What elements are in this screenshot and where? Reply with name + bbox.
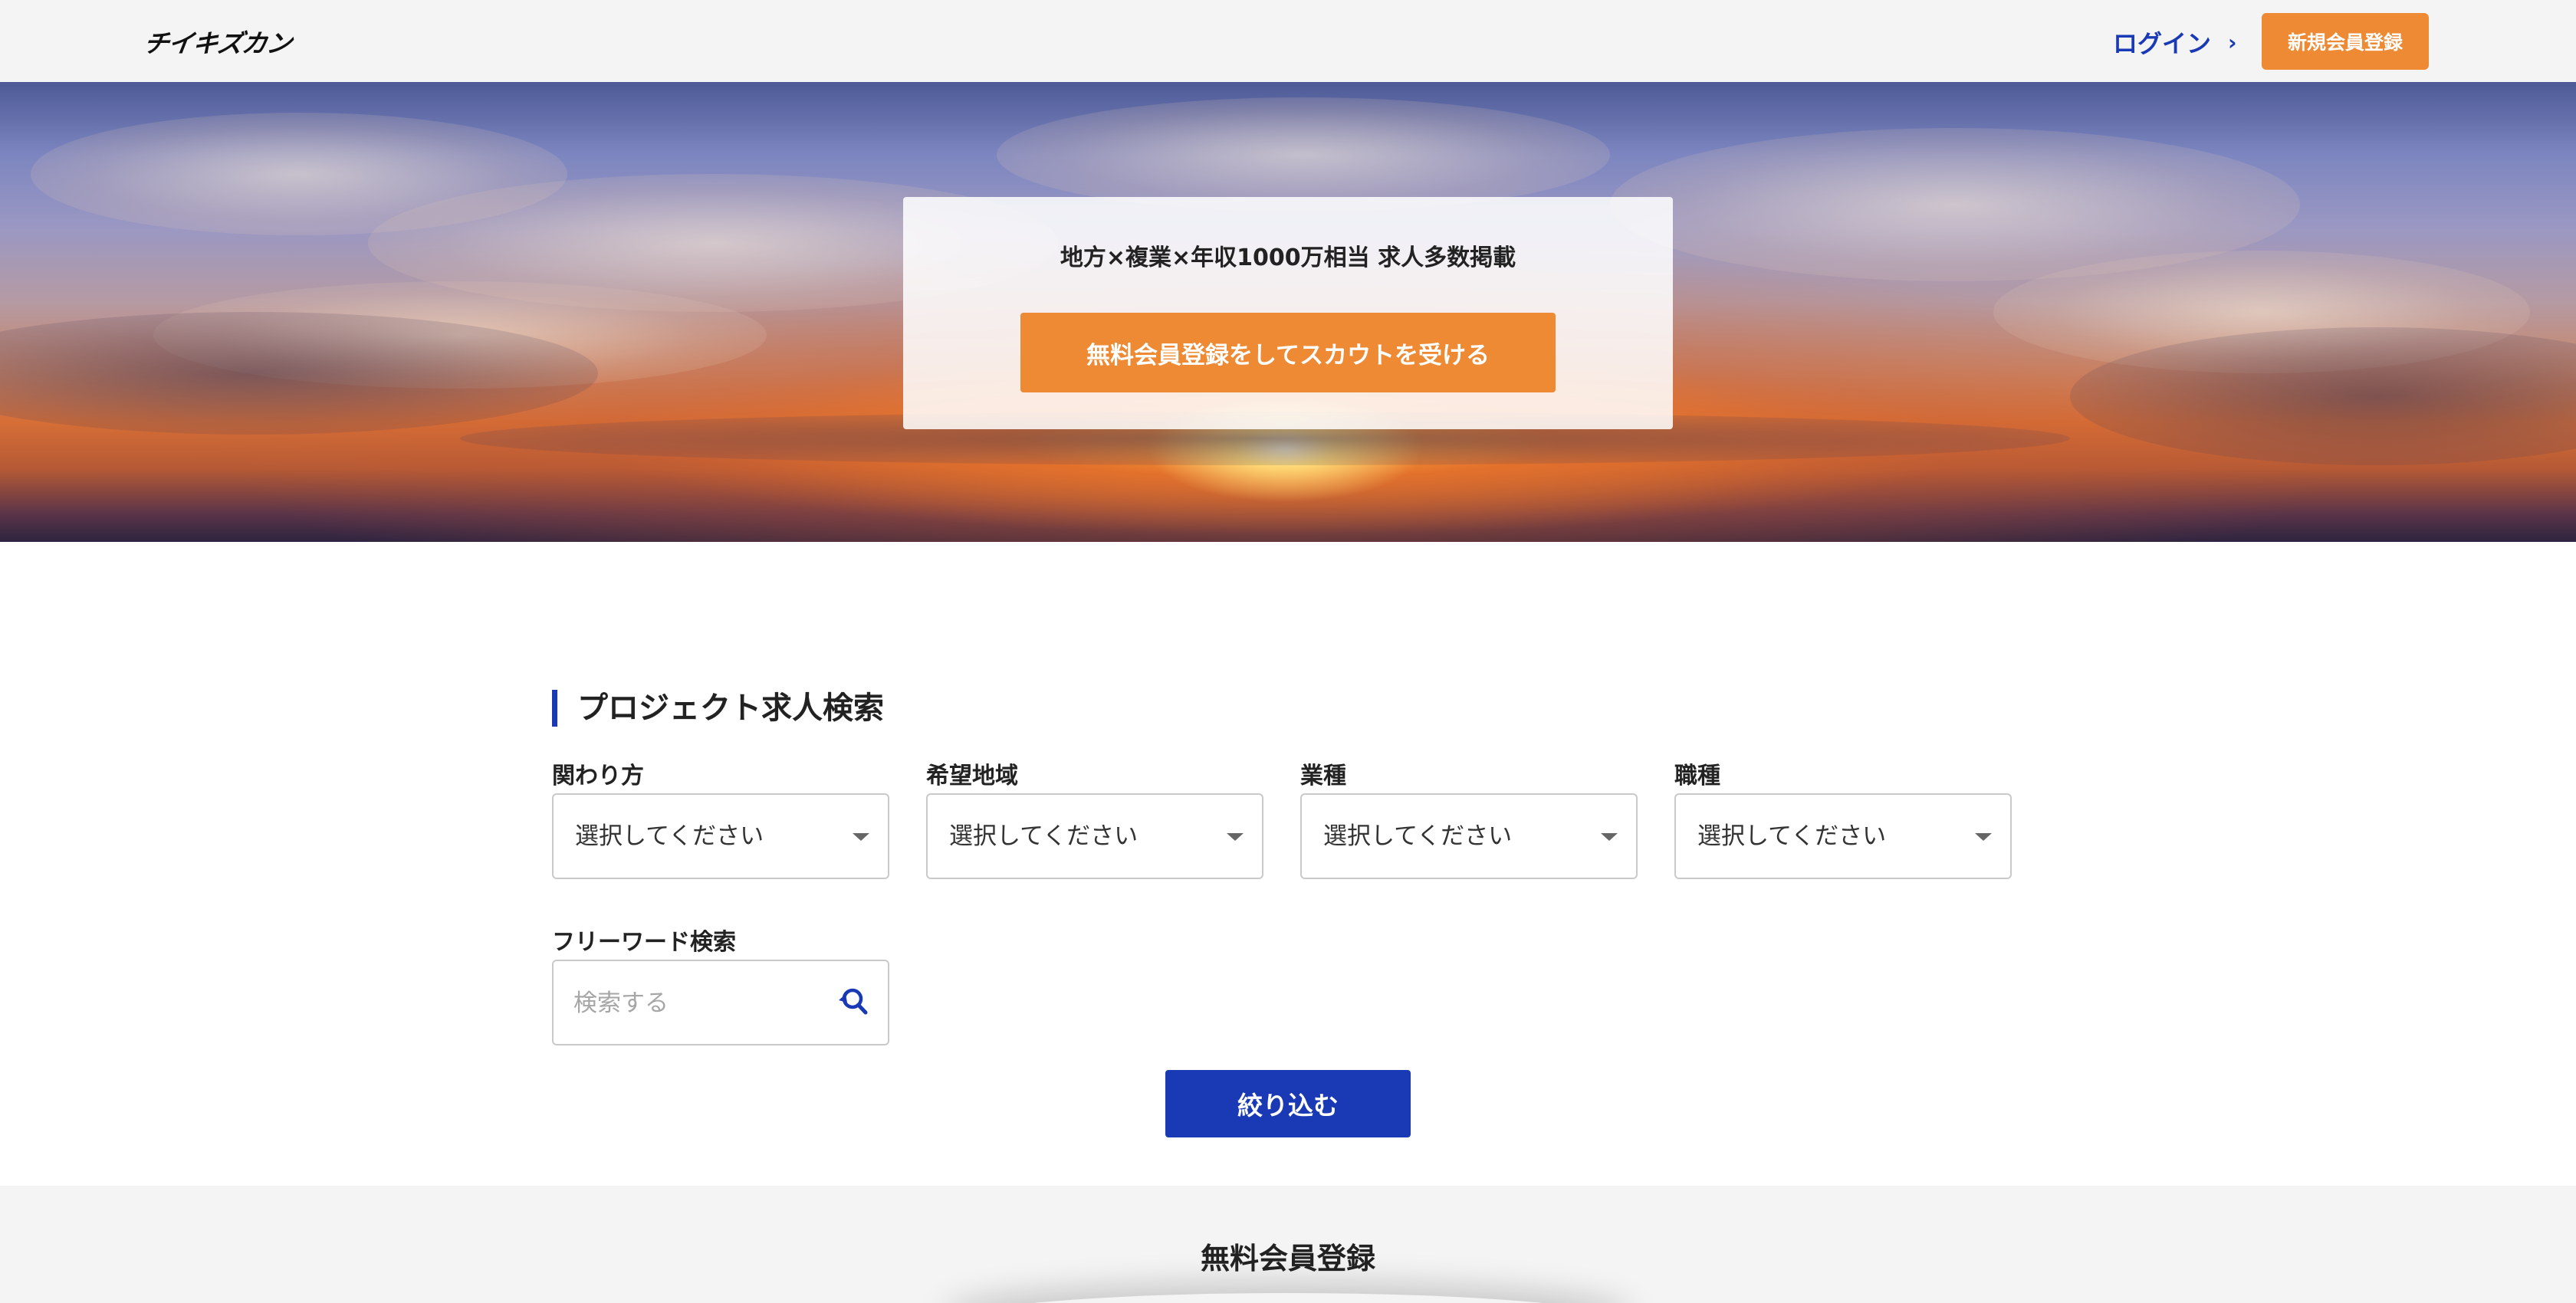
engagement-select[interactable]: 選択してください: [552, 793, 889, 879]
select-value: 選択してください: [1323, 822, 1513, 850]
login-link[interactable]: ログイン ›: [2113, 23, 2237, 61]
field-label-engagement: 関わり方: [552, 763, 644, 789]
signup-card-edge: [943, 1293, 1633, 1303]
select-value: 選択してください: [575, 822, 764, 850]
search-icon[interactable]: [833, 984, 869, 1021]
field-label-occupation: 職種: [1674, 763, 1720, 789]
register-button[interactable]: 新規会員登録: [2262, 13, 2429, 70]
freeword-search-input[interactable]: [573, 984, 819, 1022]
hero-banner: 地方×複業×年収1000万相当 求人多数掲載 無料会員登録をしてスカウトを受ける: [0, 82, 2576, 542]
select-value: 選択してください: [1697, 822, 1887, 850]
region-select[interactable]: 選択してください: [926, 793, 1263, 879]
field-label-region: 希望地域: [926, 763, 1018, 789]
caret-down-icon: [853, 833, 869, 841]
chevron-right-icon: ›: [2228, 29, 2237, 55]
occupation-select[interactable]: 選択してください: [1674, 793, 2012, 879]
hero-cloud: [997, 97, 1610, 212]
field-label-industry: 業種: [1300, 763, 1346, 789]
section-title: プロジェクト求人検索: [552, 690, 884, 727]
filter-button[interactable]: 絞り込む: [1165, 1070, 1411, 1137]
caret-down-icon: [1601, 833, 1618, 841]
freeword-search-box: [552, 960, 889, 1045]
caret-down-icon: [1227, 833, 1244, 841]
caret-down-icon: [1975, 833, 1992, 841]
site-logo[interactable]: チイキズカン: [142, 23, 294, 60]
signup-section-title: 無料会員登録: [1200, 1242, 1375, 1275]
site-header: チイキズカン ログイン › 新規会員登録: [0, 0, 2576, 82]
hero-title: 地方×複業×年収1000万相当 求人多数掲載: [1060, 245, 1516, 271]
select-value: 選択してください: [949, 822, 1138, 850]
login-label: ログイン: [2113, 29, 2212, 58]
field-label-freeword: フリーワード検索: [552, 929, 736, 956]
signup-section: 無料会員登録: [0, 1186, 2576, 1303]
industry-select[interactable]: 選択してください: [1300, 793, 1638, 879]
signup-cta-button[interactable]: 無料会員登録をしてスカウトを受ける: [1020, 313, 1556, 392]
hero-card: 地方×複業×年収1000万相当 求人多数掲載 無料会員登録をしてスカウトを受ける: [903, 197, 1673, 429]
